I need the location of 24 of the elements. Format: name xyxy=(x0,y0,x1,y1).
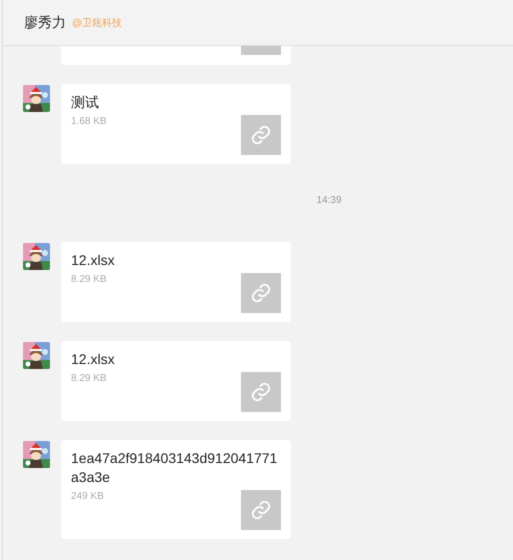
file-card[interactable]: 12.xlsx 8.29 KB xyxy=(61,242,291,322)
timestamp: 14:39 xyxy=(316,194,342,208)
file-size: 8.29 KB xyxy=(71,273,108,287)
link-tile[interactable] xyxy=(241,46,281,55)
link-icon xyxy=(250,499,272,521)
link-tile[interactable] xyxy=(241,490,281,530)
link-tile[interactable] xyxy=(241,273,281,313)
file-card[interactable]: 测试 1.68 KB xyxy=(61,84,291,164)
file-size: 8.29 KB xyxy=(71,372,108,386)
file-card[interactable]: 1ea47a2f918403143d912041771a3a3e 249 KB xyxy=(61,440,291,539)
link-tile[interactable] xyxy=(241,115,281,155)
file-size: 1.68 KB xyxy=(71,115,108,129)
file-size: 249 KB xyxy=(71,490,105,504)
link-icon xyxy=(250,381,272,403)
contact-name: 廖秀力 xyxy=(24,14,66,32)
file-name: 12.xlsx xyxy=(71,251,116,270)
link-icon xyxy=(250,124,272,146)
link-icon xyxy=(250,282,272,304)
file-name: 测试 xyxy=(71,93,100,112)
file-card[interactable]: 12.xlsx 8.29 KB xyxy=(61,341,291,421)
company-tag: @卫瓴科技 xyxy=(72,16,122,30)
file-name: 1ea47a2f918403143d912041771a3a3e xyxy=(71,449,278,487)
file-name: 12.xlsx xyxy=(71,350,116,369)
link-tile[interactable] xyxy=(241,372,281,412)
